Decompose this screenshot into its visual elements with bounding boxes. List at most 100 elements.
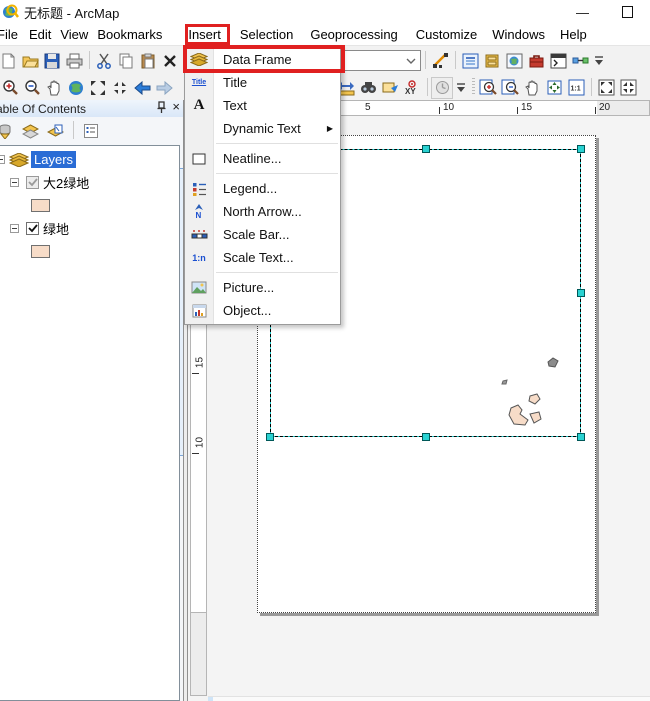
menu-view[interactable]: View bbox=[60, 27, 88, 42]
open-icon[interactable] bbox=[19, 50, 41, 72]
pan-icon[interactable] bbox=[43, 77, 65, 99]
arctoolbox-window-icon[interactable] bbox=[525, 50, 547, 72]
menu-edit[interactable]: Edit bbox=[29, 27, 51, 42]
collapse-icon[interactable] bbox=[10, 178, 19, 187]
layout-toolbar-grip[interactable] bbox=[469, 77, 477, 98]
pin-icon[interactable] bbox=[157, 101, 166, 113]
menu-customize[interactable]: Customize bbox=[416, 27, 477, 42]
menu-item-north-arrow[interactable]: N North Arrow... bbox=[185, 200, 340, 223]
time-slider-icon bbox=[431, 76, 453, 99]
minimize-button[interactable]: — bbox=[560, 5, 605, 20]
menu-insert[interactable]: Insert bbox=[188, 27, 221, 42]
window-title: 无标题 - ArcMap bbox=[24, 5, 120, 21]
layer-1-checkbox[interactable] bbox=[26, 176, 39, 189]
selection-handle-e[interactable] bbox=[577, 289, 585, 297]
menu-item-data-frame[interactable]: Data Frame bbox=[185, 48, 340, 71]
go-to-xy-icon[interactable]: XY bbox=[401, 77, 423, 99]
layer-1-symbol-swatch[interactable] bbox=[31, 199, 50, 212]
catalog-window-icon[interactable] bbox=[481, 50, 503, 72]
toc-options-icon[interactable] bbox=[80, 121, 102, 142]
layer-2-checkbox[interactable] bbox=[26, 222, 39, 235]
fixed-zoom-out-layout-icon[interactable] bbox=[617, 77, 639, 99]
legend-icon bbox=[192, 182, 206, 196]
full-extent-icon[interactable] bbox=[65, 77, 87, 99]
zoom-100-percent-icon[interactable]: 1:1 bbox=[565, 77, 587, 99]
selection-handle-se[interactable] bbox=[577, 433, 585, 441]
copy-icon[interactable] bbox=[115, 50, 137, 72]
collapse-icon[interactable] bbox=[0, 155, 5, 164]
fixed-zoom-in-icon[interactable] bbox=[87, 77, 109, 99]
print-icon[interactable] bbox=[63, 50, 85, 72]
map-feature-polygons bbox=[501, 357, 559, 426]
paste-icon[interactable] bbox=[137, 50, 159, 72]
menu-item-text[interactable]: A Text bbox=[185, 94, 340, 117]
picture-icon bbox=[191, 281, 207, 294]
find-icon[interactable] bbox=[357, 77, 379, 99]
menu-geoprocessing[interactable]: Geoprocessing bbox=[310, 27, 397, 42]
menu-help[interactable]: Help bbox=[560, 27, 587, 42]
python-window-icon[interactable] bbox=[547, 50, 569, 72]
layers-root-label[interactable]: Layers bbox=[31, 151, 77, 168]
cut-icon[interactable] bbox=[93, 50, 115, 72]
zoom-in-layout-icon[interactable] bbox=[477, 77, 499, 99]
menu-item-dynamic-text[interactable]: Dynamic Text ▶ bbox=[185, 117, 340, 140]
menu-bookmarks[interactable]: Bookmarks bbox=[97, 27, 162, 42]
go-forward-extent-icon[interactable] bbox=[153, 77, 175, 99]
text-icon: A bbox=[193, 97, 205, 113]
menu-item-object[interactable]: Object... bbox=[185, 299, 340, 322]
toolbar-options-icon[interactable] bbox=[453, 77, 469, 99]
list-by-source-icon[interactable] bbox=[0, 121, 16, 142]
fixed-zoom-out-icon[interactable] bbox=[109, 77, 131, 99]
menu-item-title[interactable]: Title Title bbox=[185, 71, 340, 94]
layer-2-label[interactable]: 绿地 bbox=[43, 219, 69, 238]
selection-handle-sw[interactable] bbox=[266, 433, 274, 441]
title-bar: 无标题 - ArcMap — bbox=[0, 0, 650, 24]
menu-item-picture[interactable]: Picture... bbox=[185, 276, 340, 299]
menu-item-neatline[interactable]: Neatline... bbox=[185, 147, 340, 170]
zoom-out-layout-icon[interactable] bbox=[499, 77, 521, 99]
menu-item-legend[interactable]: Legend... bbox=[185, 177, 340, 200]
new-document-icon[interactable] bbox=[0, 50, 19, 72]
save-icon[interactable] bbox=[41, 50, 63, 72]
close-icon[interactable]: × bbox=[172, 100, 180, 113]
menu-file[interactable]: File bbox=[0, 27, 18, 42]
table-of-contents-window-icon[interactable] bbox=[459, 50, 481, 72]
toolbar-options-icon[interactable] bbox=[591, 50, 607, 72]
layer-1-label[interactable]: 大2绿地 bbox=[43, 173, 89, 192]
tree-row-layer-2-symbol[interactable] bbox=[31, 242, 179, 261]
tree-row-layers[interactable]: Layers bbox=[0, 150, 179, 169]
selection-handle-ne[interactable] bbox=[577, 145, 585, 153]
modelbuilder-window-icon[interactable] bbox=[569, 50, 591, 72]
map-scale-combo[interactable] bbox=[338, 50, 421, 71]
v-ruler-label: 10 bbox=[194, 436, 206, 449]
hyperlink-icon[interactable] bbox=[379, 77, 401, 99]
zoom-in-icon[interactable] bbox=[0, 77, 21, 99]
pan-layout-icon[interactable] bbox=[521, 77, 543, 99]
menu-selection[interactable]: Selection bbox=[240, 27, 293, 42]
collapse-icon[interactable] bbox=[10, 224, 19, 233]
v-ruler-label: 15 bbox=[194, 356, 206, 369]
chevron-down-icon bbox=[406, 58, 416, 64]
tree-row-layer-1[interactable]: 大2绿地 bbox=[10, 173, 179, 192]
search-window-icon[interactable] bbox=[503, 50, 525, 72]
list-by-selection-icon[interactable] bbox=[44, 121, 66, 142]
zoom-out-icon[interactable] bbox=[21, 77, 43, 99]
fixed-zoom-in-layout-icon[interactable] bbox=[595, 77, 617, 99]
tree-row-layer-1-symbol[interactable] bbox=[31, 196, 179, 215]
selection-handle-s[interactable] bbox=[421, 433, 430, 441]
zoom-whole-page-icon[interactable] bbox=[543, 77, 565, 99]
horizontal-scrollbar[interactable] bbox=[208, 696, 650, 701]
menu-windows[interactable]: Windows bbox=[492, 27, 545, 42]
list-by-visibility-icon[interactable] bbox=[19, 121, 41, 142]
go-back-extent-icon[interactable] bbox=[131, 77, 153, 99]
object-icon bbox=[192, 304, 206, 317]
h-ruler-label: 20 bbox=[599, 102, 611, 113]
maximize-button[interactable] bbox=[605, 6, 650, 18]
edit-sketch-properties-icon[interactable] bbox=[429, 50, 451, 72]
selection-handle-n[interactable] bbox=[421, 145, 430, 153]
menu-item-scale-bar[interactable]: Scale Bar... bbox=[185, 223, 340, 246]
menu-item-scale-text[interactable]: 1:n Scale Text... bbox=[185, 246, 340, 269]
tree-row-layer-2[interactable]: 绿地 bbox=[10, 219, 179, 238]
delete-icon[interactable] bbox=[159, 50, 181, 72]
layer-2-symbol-swatch[interactable] bbox=[31, 245, 50, 258]
